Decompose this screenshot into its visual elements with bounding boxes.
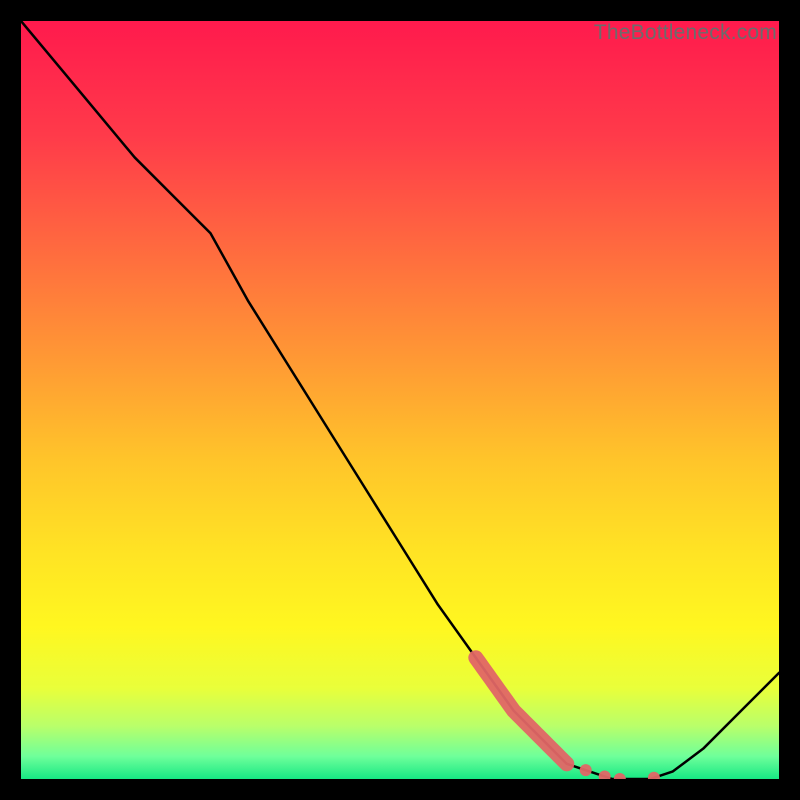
- bottleneck-chart: [21, 21, 779, 779]
- gradient-background: [21, 21, 779, 779]
- watermark-text: TheBottleneck.com: [594, 21, 777, 45]
- chart-frame: TheBottleneck.com: [21, 21, 779, 779]
